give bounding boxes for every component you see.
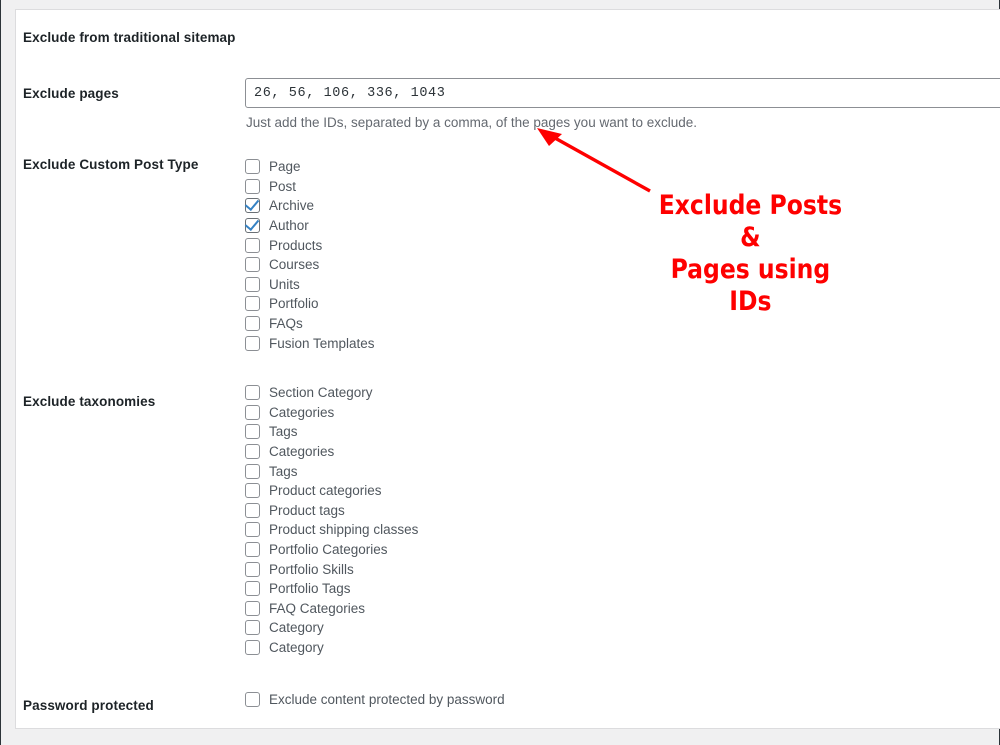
checkbox-unchecked-icon[interactable] bbox=[245, 502, 260, 518]
checkbox-unchecked-icon[interactable] bbox=[245, 316, 260, 332]
checkbox-row[interactable]: Product shipping classes bbox=[245, 520, 418, 540]
checkbox-row[interactable]: Product tags bbox=[245, 501, 418, 521]
checkbox-unchecked-icon[interactable] bbox=[245, 640, 260, 656]
checkbox-label: Product shipping classes bbox=[269, 522, 419, 538]
checkbox-row[interactable]: Portfolio Skills bbox=[245, 559, 418, 579]
checkbox-label: Post bbox=[269, 178, 297, 194]
checkbox-unchecked-icon[interactable] bbox=[245, 600, 260, 616]
checkbox-label: FAQ Categories bbox=[269, 600, 366, 616]
checkbox-row[interactable]: Exclude content protected by password bbox=[245, 690, 505, 710]
checkbox-label: Tags bbox=[269, 463, 298, 479]
checkbox-label: Products bbox=[269, 237, 323, 253]
checkbox-row[interactable]: Tags bbox=[245, 422, 418, 442]
settings-panel: Exclude from traditional sitemap Exclude… bbox=[15, 9, 1000, 729]
checkbox-label: Categories bbox=[269, 444, 335, 460]
field-label-password-protected: Password protected bbox=[23, 698, 154, 713]
checkbox-label: FAQs bbox=[269, 316, 303, 332]
checkbox-unchecked-icon[interactable] bbox=[245, 444, 260, 460]
checkbox-unchecked-icon[interactable] bbox=[245, 385, 260, 401]
checkbox-unchecked-icon[interactable] bbox=[245, 692, 260, 708]
checkbox-label: Portfolio bbox=[269, 296, 319, 312]
checkbox-unchecked-icon[interactable] bbox=[245, 522, 260, 538]
checkbox-label: Archive bbox=[269, 198, 315, 214]
checkbox-unchecked-icon[interactable] bbox=[245, 483, 260, 499]
checkbox-row[interactable]: FAQs bbox=[245, 314, 375, 334]
checkbox-unchecked-icon[interactable] bbox=[245, 561, 260, 577]
checkbox-row[interactable]: FAQ Categories bbox=[245, 599, 418, 619]
checkbox-unchecked-icon[interactable] bbox=[245, 404, 260, 420]
checkbox-label: Units bbox=[269, 276, 300, 292]
exclude-pages-input[interactable] bbox=[245, 78, 1000, 108]
checkbox-unchecked-icon[interactable] bbox=[245, 620, 260, 636]
checkbox-row[interactable]: Author bbox=[245, 216, 375, 236]
field-label-exclude-taxonomies: Exclude taxonomies bbox=[23, 394, 156, 409]
checkbox-row[interactable]: Categories bbox=[245, 442, 418, 462]
checkbox-label: Fusion Templates bbox=[269, 335, 375, 351]
checkbox-unchecked-icon[interactable] bbox=[245, 276, 260, 292]
checkbox-row[interactable]: Portfolio Categories bbox=[245, 540, 418, 560]
checkbox-row[interactable]: Category bbox=[245, 638, 418, 658]
checkbox-row[interactable]: Product categories bbox=[245, 481, 418, 501]
browser-viewport: Exclude from traditional sitemap Exclude… bbox=[0, 0, 1000, 745]
checkbox-row[interactable]: Category bbox=[245, 618, 418, 638]
checkbox-row[interactable]: Section Category bbox=[245, 383, 418, 403]
password-protected-list: Exclude content protected by password bbox=[245, 690, 505, 710]
checkbox-unchecked-icon[interactable] bbox=[245, 463, 260, 479]
checkbox-checked-icon[interactable] bbox=[245, 198, 260, 214]
exclude-taxonomies-list: Section Category Categories Tags Categories… bbox=[245, 383, 418, 657]
checkbox-label: Product categories bbox=[269, 483, 382, 499]
checkbox-row[interactable]: Portfolio Tags bbox=[245, 579, 418, 599]
checkbox-row[interactable]: Courses bbox=[245, 255, 375, 275]
checkbox-label: Portfolio Categories bbox=[269, 542, 388, 558]
field-label-exclude-custom-post-type: Exclude Custom Post Type bbox=[23, 157, 199, 172]
checkbox-label: Exclude content protected by password bbox=[269, 692, 505, 708]
checkbox-label: Section Category bbox=[269, 385, 373, 401]
checkbox-unchecked-icon[interactable] bbox=[245, 257, 260, 273]
checkbox-row[interactable]: Post bbox=[245, 177, 375, 197]
checkbox-row[interactable]: Page bbox=[245, 157, 375, 177]
checkbox-label: Portfolio Tags bbox=[269, 581, 351, 597]
checkbox-row[interactable]: Portfolio bbox=[245, 294, 375, 314]
checkbox-unchecked-icon[interactable] bbox=[245, 159, 260, 175]
section-title: Exclude from traditional sitemap bbox=[23, 30, 236, 45]
exclude-custom-post-type-list: Page Post Archive Author Products Courses Unit… bbox=[245, 157, 375, 353]
checkbox-label: Author bbox=[269, 218, 309, 234]
checkbox-label: Category bbox=[269, 640, 324, 656]
checkbox-unchecked-icon[interactable] bbox=[245, 335, 260, 351]
checkbox-unchecked-icon[interactable] bbox=[245, 237, 260, 253]
annotation-label: Exclude Posts & Pages using IDs bbox=[658, 190, 843, 317]
checkbox-unchecked-icon[interactable] bbox=[245, 581, 260, 597]
checkbox-row[interactable]: Units bbox=[245, 275, 375, 295]
checkbox-unchecked-icon[interactable] bbox=[245, 178, 260, 194]
checkbox-label: Categories bbox=[269, 404, 335, 420]
checkbox-label: Portfolio Skills bbox=[269, 561, 354, 577]
checkbox-label: Product tags bbox=[269, 502, 345, 518]
checkbox-row[interactable]: Tags bbox=[245, 461, 418, 481]
checkbox-unchecked-icon[interactable] bbox=[245, 424, 260, 440]
checkbox-unchecked-icon[interactable] bbox=[245, 296, 260, 312]
checkbox-label: Category bbox=[269, 620, 324, 636]
checkbox-row[interactable]: Archive bbox=[245, 196, 375, 216]
field-label-exclude-pages: Exclude pages bbox=[23, 86, 119, 101]
checkbox-row[interactable]: Products bbox=[245, 235, 375, 255]
checkbox-label: Tags bbox=[269, 424, 298, 440]
checkbox-label: Courses bbox=[269, 257, 320, 273]
checkbox-checked-icon[interactable] bbox=[245, 218, 260, 234]
checkbox-row[interactable]: Fusion Templates bbox=[245, 333, 375, 353]
checkbox-row[interactable]: Categories bbox=[245, 403, 418, 423]
checkbox-unchecked-icon[interactable] bbox=[245, 542, 260, 558]
exclude-pages-description: Just add the IDs, separated by a comma, … bbox=[246, 115, 698, 130]
checkbox-label: Page bbox=[269, 159, 301, 175]
